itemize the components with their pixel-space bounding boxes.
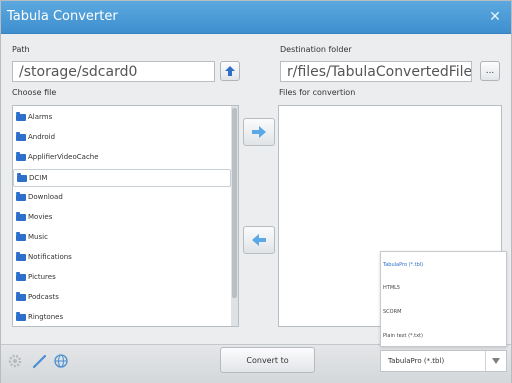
file-name: Pictures: [28, 273, 56, 281]
folder-icon: [16, 151, 26, 161]
format-option[interactable]: Plain text (*.txt): [383, 333, 423, 339]
file-name: Music: [28, 233, 48, 241]
path-input[interactable]: /storage/sdcard0: [12, 61, 215, 82]
chevron-down-icon[interactable]: [485, 351, 506, 371]
format-option[interactable]: SCORM: [383, 309, 401, 315]
file-list-item[interactable]: Alarms: [13, 109, 227, 125]
add-to-conversion-button[interactable]: [243, 118, 275, 146]
remove-from-conversion-button[interactable]: [243, 226, 275, 254]
format-option[interactable]: TabulaPro (*.tbl): [383, 262, 423, 268]
convert-button[interactable]: Convert to: [220, 347, 315, 373]
file-list-item[interactable]: ApplifierVideoCache: [13, 149, 227, 165]
destination-folder-label: Destination folder: [280, 45, 352, 54]
title-bar: Tabula Converter ✕: [1, 1, 511, 34]
format-dropdown-menu: TabulaPro (*.tbl) HTML5 SCORM Plain text…: [380, 251, 507, 347]
source-scroll-thumb[interactable]: [232, 108, 237, 298]
format-select[interactable]: TabulaPro (*.tbl): [380, 350, 507, 372]
file-name: Download: [28, 193, 63, 201]
file-name: Ringtones: [28, 313, 64, 321]
file-list-item[interactable]: Music: [13, 229, 227, 245]
folder-icon: [17, 172, 27, 182]
globe-icon[interactable]: [52, 352, 70, 370]
window-title: Tabula Converter: [7, 9, 118, 24]
file-name: Podcasts: [28, 293, 59, 301]
up-arrow-icon: [225, 66, 235, 76]
file-list-item[interactable]: Ringtones: [13, 309, 227, 325]
source-file-list[interactable]: Alarms Android ApplifierVideoCache DCIM Down…: [12, 105, 239, 327]
left-arrow-icon: [252, 234, 266, 246]
folder-icon: [16, 211, 26, 221]
folder-icon: [16, 271, 26, 281]
file-list-item[interactable]: Android: [13, 129, 227, 145]
folder-icon: [16, 311, 26, 321]
close-icon[interactable]: ✕: [485, 7, 505, 27]
file-list-item[interactable]: Pictures: [13, 269, 227, 285]
gear-icon: [8, 354, 22, 368]
folder-icon: [16, 291, 26, 301]
file-list-item[interactable]: Podcasts: [13, 289, 227, 305]
folder-icon: [16, 191, 26, 201]
pen-icon: [32, 354, 47, 369]
file-name: Alarms: [28, 113, 53, 121]
browse-destination-button[interactable]: ...: [480, 61, 500, 81]
file-list-item[interactable]: Notifications: [13, 249, 227, 265]
source-scrollbar[interactable]: [231, 106, 238, 326]
path-label: Path: [12, 45, 30, 54]
parent-folder-button[interactable]: [220, 61, 240, 81]
file-name: DCIM: [29, 174, 48, 182]
destination-folder-input[interactable]: r/files/TabulaConvertedFiles: [280, 61, 472, 82]
file-name: Movies: [28, 213, 53, 221]
format-option[interactable]: HTML5: [383, 285, 400, 291]
file-list-item[interactable]: DCIM: [13, 169, 231, 187]
file-list-item[interactable]: Movies: [13, 209, 227, 225]
file-list-item[interactable]: Download: [13, 189, 227, 205]
converter-window: Tabula Converter ✕ Path /storage/sdcard0…: [0, 0, 512, 383]
choose-file-label: Choose file: [12, 88, 57, 97]
files-for-conversion-label: Files for convertion: [279, 88, 356, 97]
folder-icon: [16, 251, 26, 261]
right-arrow-icon: [252, 126, 266, 138]
file-name: Notifications: [28, 253, 72, 261]
format-select-value: TabulaPro (*.tbl): [388, 357, 445, 365]
folder-icon: [16, 231, 26, 241]
folder-icon: [16, 111, 26, 121]
settings-gear-icon[interactable]: [6, 352, 24, 370]
folder-icon: [16, 131, 26, 141]
edit-pen-icon[interactable]: [30, 352, 48, 370]
file-name: Android: [28, 133, 56, 141]
file-name: ApplifierVideoCache: [28, 153, 99, 161]
